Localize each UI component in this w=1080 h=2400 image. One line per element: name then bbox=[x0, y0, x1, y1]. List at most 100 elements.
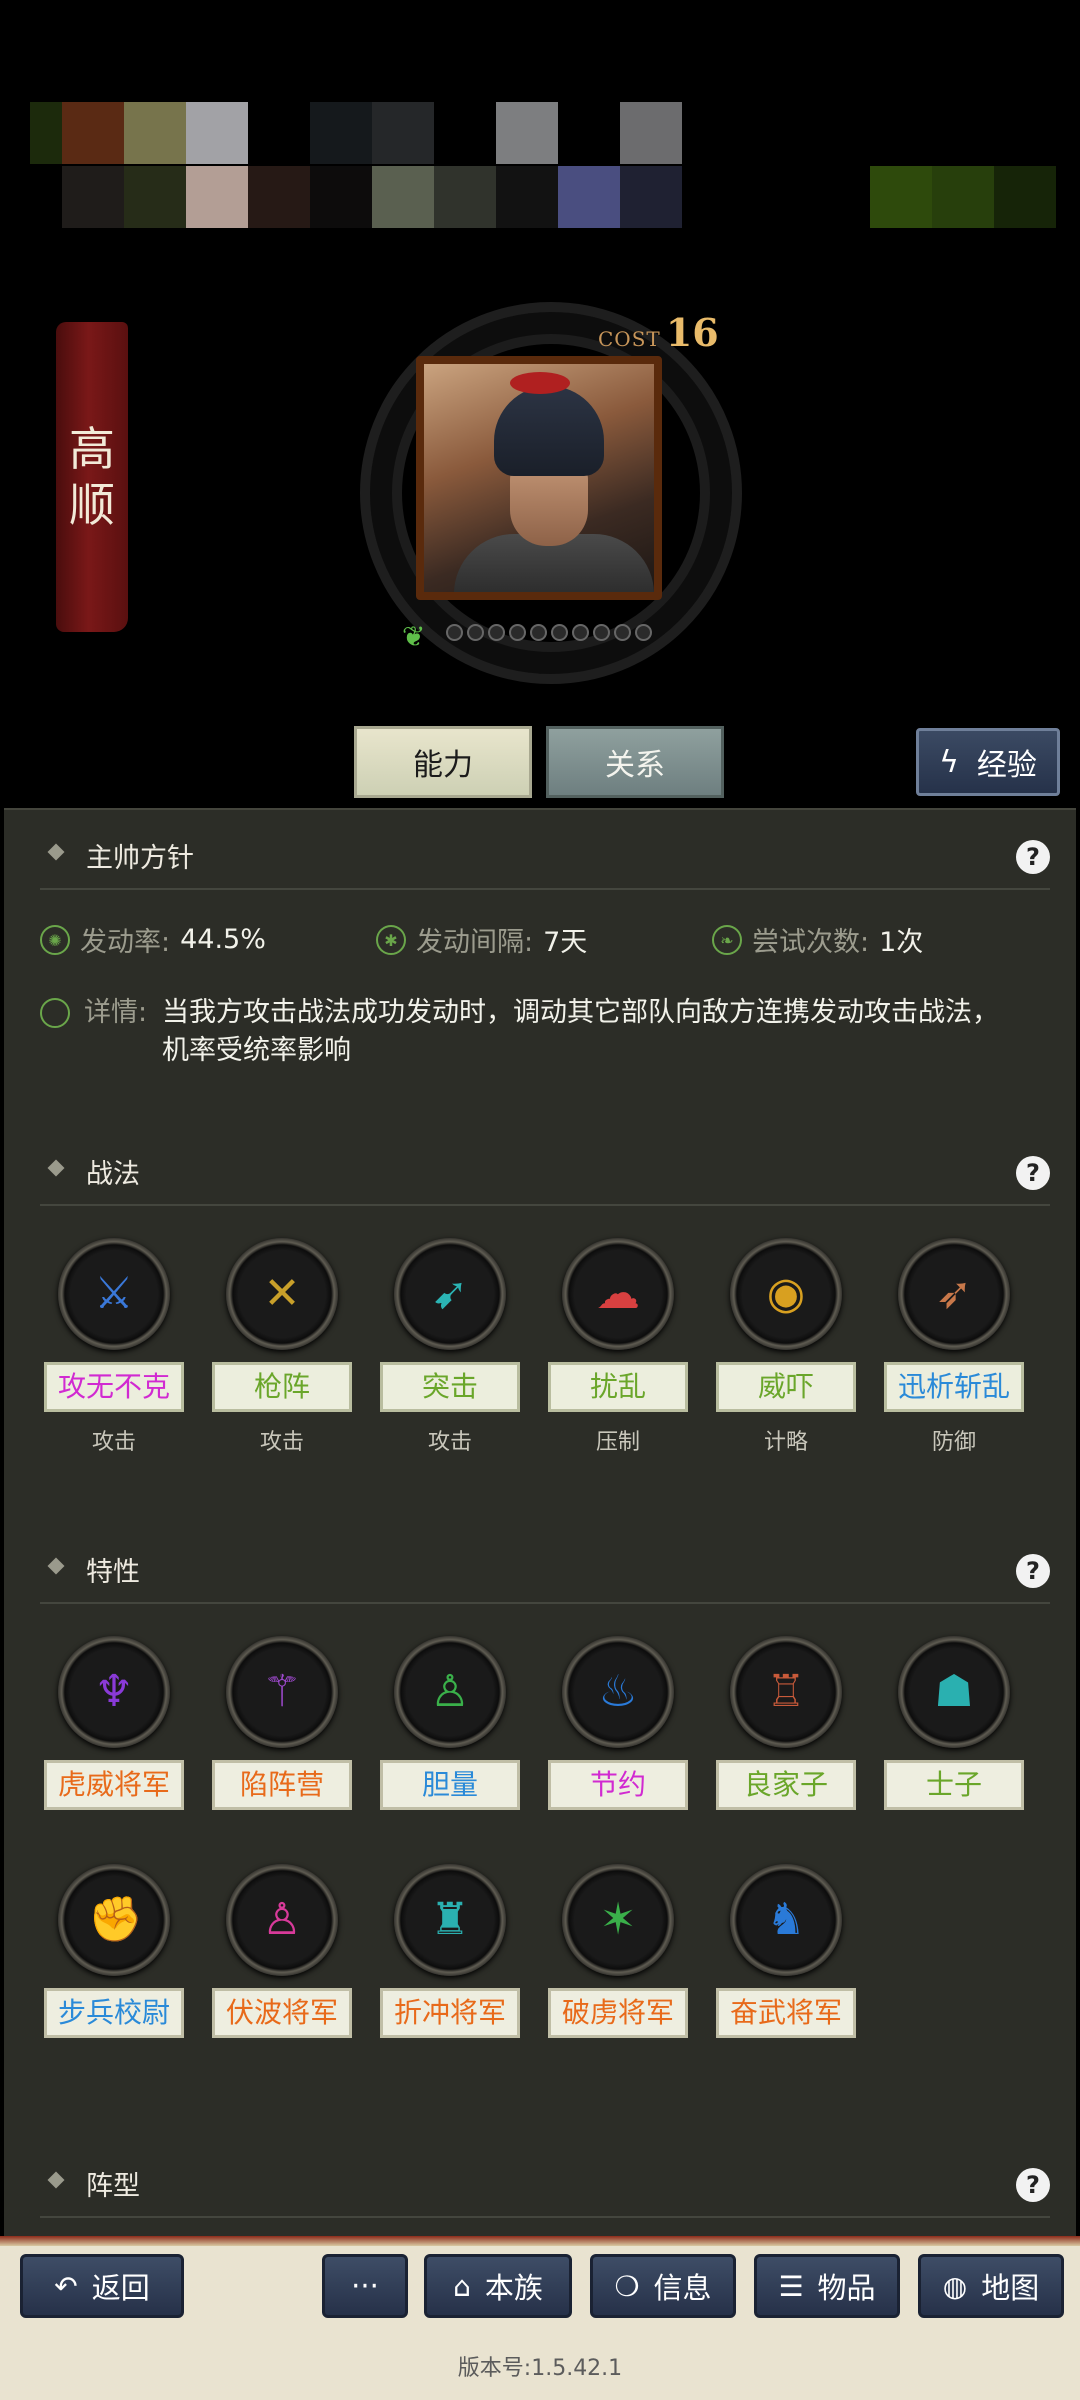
tactic-category: 防御 bbox=[931, 1430, 976, 1455]
experience-button[interactable]: ϟ 经验 bbox=[916, 728, 1060, 796]
charging-soldier-icon: ➹ bbox=[431, 1268, 469, 1319]
blurred-banner-mosaic bbox=[30, 102, 1070, 228]
items-button[interactable]: ☰ 物品 bbox=[754, 2254, 900, 2318]
bottom-navigation: ↶ 返回 ··· ⌂ 本族 ❍ 信息 ☰ 物品 ◍ 地图 版本号:1.5.42.… bbox=[0, 2236, 1080, 2400]
name-char-1: 高 bbox=[69, 422, 115, 476]
name-char-2: 顺 bbox=[69, 478, 115, 532]
detail-icon bbox=[40, 998, 70, 1028]
trait-name: 折冲将军 bbox=[380, 1988, 520, 2038]
strongman-icon: ♖ bbox=[766, 1666, 806, 1717]
section-title: 阵型 bbox=[86, 2171, 140, 2202]
clan-icon: ⌂ bbox=[453, 2269, 471, 2303]
trait-name: 步兵校尉 bbox=[44, 1988, 184, 2038]
knight-shield-icon: ⚔ bbox=[94, 1268, 134, 1319]
interval-icon: ✱ bbox=[376, 924, 406, 955]
detail-label: 详情: bbox=[84, 997, 148, 1028]
help-icon[interactable]: ? bbox=[1016, 1554, 1050, 1588]
tactic-category: 压制 bbox=[595, 1430, 640, 1455]
tactic-name: 扰乱 bbox=[548, 1362, 688, 1412]
star-rank-dots bbox=[446, 624, 652, 641]
trait-name: 陷阵营 bbox=[212, 1760, 352, 1810]
globe-icon: ◍ bbox=[942, 2269, 968, 2303]
tactic-name: 迅析斩乱 bbox=[884, 1362, 1024, 1412]
back-button[interactable]: ↶ 返回 bbox=[20, 2254, 184, 2318]
archer-icon: ➶ bbox=[935, 1268, 973, 1319]
heart-icon: ❦ bbox=[402, 620, 426, 653]
winged-warrior-icon: ♆ bbox=[94, 1666, 134, 1717]
divider bbox=[40, 888, 1050, 890]
tab-ability[interactable]: 能力 bbox=[354, 726, 532, 798]
star-dot bbox=[593, 624, 610, 641]
help-icon[interactable]: ? bbox=[1016, 2168, 1050, 2202]
stat-trigger-rate: ✺ 发动率: 44.5% bbox=[40, 920, 266, 959]
cost-value: 16 bbox=[665, 310, 719, 355]
trait-name: 节约 bbox=[548, 1760, 688, 1810]
divider bbox=[40, 1204, 1050, 1206]
trait-name: 士子 bbox=[884, 1760, 1024, 1810]
info-button[interactable]: ❍ 信息 bbox=[590, 2254, 736, 2318]
detail-text: 当我方攻击战法成功发动时，调动其它部队向敌方连携发动攻击战法，机率受统率影响 bbox=[162, 997, 999, 1066]
tactic-category: 攻击 bbox=[259, 1430, 304, 1455]
piggy-bank-icon: ♨ bbox=[598, 1666, 638, 1717]
scholar-icon: ☗ bbox=[934, 1666, 974, 1717]
star-dot bbox=[635, 624, 652, 641]
cost-label: COST bbox=[598, 327, 661, 351]
tab-relation[interactable]: 关系 bbox=[546, 726, 724, 798]
diamond-bullet-icon bbox=[47, 1557, 65, 1575]
star-dot bbox=[530, 624, 547, 641]
help-icon[interactable]: ? bbox=[1016, 1156, 1050, 1190]
trait-name: 破虏将军 bbox=[548, 1988, 688, 2038]
help-icon[interactable]: ? bbox=[1016, 840, 1050, 874]
star-dot bbox=[551, 624, 568, 641]
section-tactics-header: 战法 ? bbox=[40, 1140, 1050, 1200]
person-icon: ♙ bbox=[262, 1894, 302, 1945]
star-dot bbox=[509, 624, 526, 641]
section-title: 战法 bbox=[86, 1159, 140, 1190]
trait-name: 伏波将军 bbox=[212, 1988, 352, 2038]
version-label: 版本号:1.5.42.1 bbox=[457, 2356, 623, 2381]
mask-icon: ◉ bbox=[766, 1268, 806, 1319]
cloud-icon: ☁ bbox=[596, 1268, 640, 1319]
section-formation-header: 阵型 ? bbox=[40, 2152, 1050, 2212]
divider bbox=[40, 1602, 1050, 1604]
spiky-warrior-icon: ✶ bbox=[599, 1894, 637, 1945]
chat-bubble-icon: ❍ bbox=[614, 2269, 640, 2303]
clan-button[interactable]: ⌂ 本族 bbox=[424, 2254, 572, 2318]
tactic-category: 攻击 bbox=[91, 1430, 136, 1455]
items-icon: ☰ bbox=[778, 2269, 804, 2303]
back-arrow-icon: ↶ bbox=[54, 2269, 78, 2303]
trait-name: 良家子 bbox=[716, 1760, 856, 1810]
trait-name: 胆量 bbox=[380, 1760, 520, 1810]
leaf-icon: ❧ bbox=[712, 924, 742, 955]
diamond-bullet-icon bbox=[47, 843, 65, 861]
star-dot bbox=[446, 624, 463, 641]
tactic-name: 突击 bbox=[380, 1362, 520, 1412]
aura-warrior-icon: ♞ bbox=[766, 1894, 806, 1945]
stat-attempts: ❧ 尝试次数: 1次 bbox=[712, 920, 923, 959]
tactic-name: 枪阵 bbox=[212, 1362, 352, 1412]
tactic-name: 威吓 bbox=[716, 1362, 856, 1412]
trait-name: 奋武将军 bbox=[716, 1988, 856, 2038]
cost-display: COST 16 bbox=[598, 310, 719, 355]
star-dot bbox=[467, 624, 484, 641]
trait-name: 虎威将军 bbox=[44, 1760, 184, 1810]
crossed-spears-shield-icon: ✕ bbox=[263, 1268, 301, 1319]
section-commander-header: 主帅方针 ? bbox=[40, 824, 1050, 884]
tactic-name: 攻无不克 bbox=[44, 1362, 184, 1412]
person-icon: ♙ bbox=[430, 1666, 470, 1717]
rate-icon: ✺ bbox=[40, 924, 70, 955]
tactic-category: 计略 bbox=[763, 1430, 808, 1455]
more-button[interactable]: ··· bbox=[322, 2254, 408, 2318]
ability-panel[interactable]: 主帅方针 ? ✺ 发动率: 44.5% ✱ 发动间隔: 7天 ❧ 尝试次数: 1… bbox=[4, 808, 1076, 2238]
armored-warrior-icon: ♜ bbox=[430, 1894, 470, 1945]
map-button[interactable]: ◍ 地图 bbox=[918, 2254, 1064, 2318]
section-title: 特性 bbox=[86, 1557, 140, 1588]
general-portrait[interactable] bbox=[416, 356, 662, 600]
star-dot bbox=[572, 624, 589, 641]
diamond-bullet-icon bbox=[47, 2171, 65, 2189]
general-name-banner: 高 顺 bbox=[56, 322, 128, 632]
sword-in-stone-icon: ⚚ bbox=[262, 1666, 302, 1717]
fist-icon: ✊ bbox=[88, 1894, 143, 1945]
lightning-icon: ϟ bbox=[939, 744, 959, 780]
section-title: 主帅方针 bbox=[86, 843, 194, 874]
